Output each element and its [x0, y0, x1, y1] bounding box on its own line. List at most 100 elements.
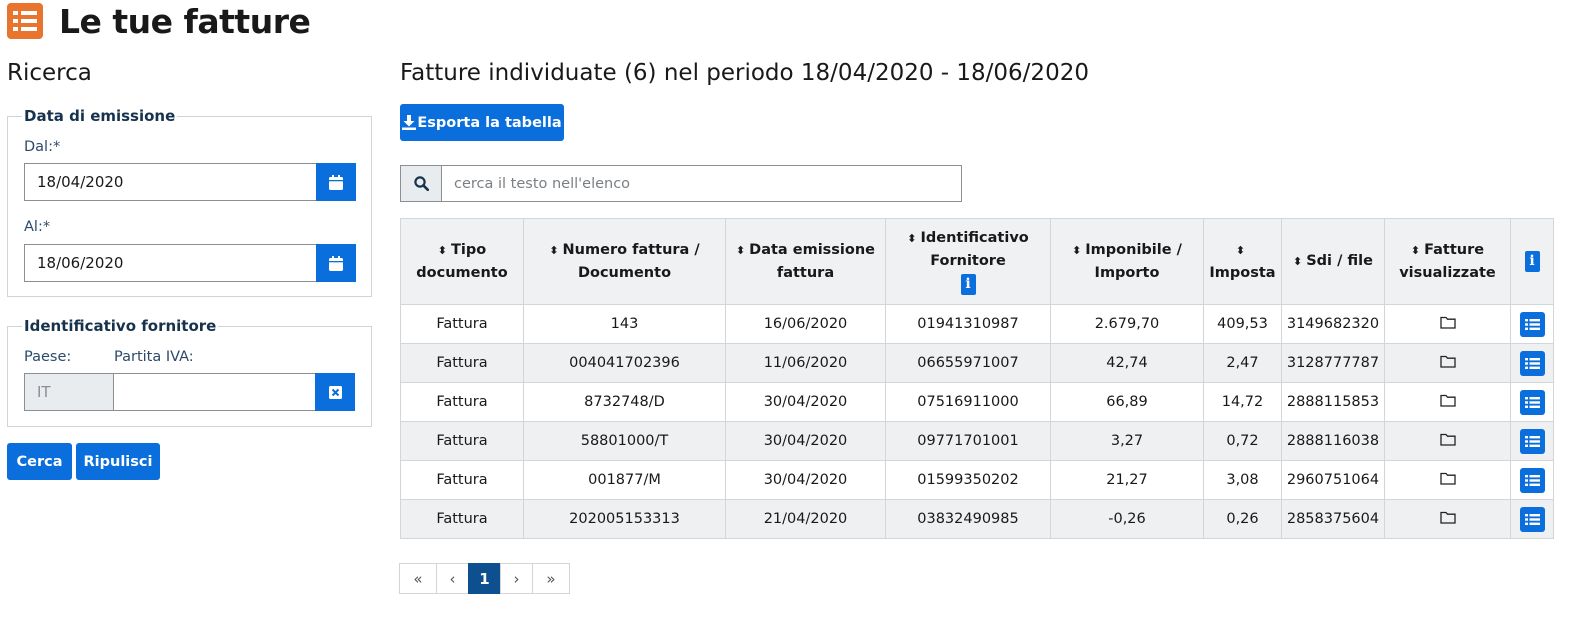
details-list-button[interactable]	[1519, 467, 1545, 493]
last-page-button[interactable]: »	[532, 563, 570, 594]
col-header-numero[interactable]: ⬍ Numero fattura / Documento	[523, 218, 726, 305]
details-list-button[interactable]	[1519, 389, 1545, 415]
page-1-button[interactable]: 1	[468, 563, 501, 594]
cell-details	[1510, 304, 1554, 344]
invoices-table: ⬍ Tipo documento ⬍ Numero fattura / Document…	[400, 218, 1554, 539]
prev-page-button[interactable]: ‹	[436, 563, 469, 594]
col-header-imposta[interactable]: ⬍ Imposta	[1203, 218, 1282, 305]
col-header-data[interactable]: ⬍ Data emissione fattura	[725, 218, 886, 305]
cell-tipo: Fattura	[400, 343, 524, 383]
cell-numero: 143	[523, 304, 726, 344]
reset-button[interactable]: Ripulisci	[76, 443, 160, 480]
cell-tipo: Fattura	[400, 460, 524, 500]
calendar-to-button[interactable]	[316, 244, 356, 282]
col-header-visualizzate[interactable]: ⬍ Fatture visualizzate	[1384, 218, 1511, 305]
cell-sdi: 2888115853	[1281, 382, 1385, 422]
date-filter-legend: Data di emissione	[24, 107, 176, 125]
cell-details	[1510, 499, 1554, 539]
date-from-input[interactable]: 18/04/2020	[24, 163, 316, 201]
sort-icon: ⬍	[549, 243, 559, 257]
table-row: Fattura 004041702396 11/06/2020 06655971007…	[400, 343, 1554, 383]
cell-imposta: 14,72	[1203, 382, 1282, 422]
folder-icon[interactable]	[1439, 511, 1456, 528]
folder-icon[interactable]	[1439, 472, 1456, 489]
cell-imposta: 409,53	[1203, 304, 1282, 344]
cell-importo: 21,27	[1050, 460, 1204, 500]
cell-tipo: Fattura	[400, 421, 524, 461]
cell-importo: 66,89	[1050, 382, 1204, 422]
date-to-input[interactable]: 18/06/2020	[24, 244, 316, 282]
clear-vat-button[interactable]	[315, 373, 355, 411]
cell-numero: 8732748/D	[523, 382, 726, 422]
calendar-icon	[329, 174, 343, 190]
cell-tipo: Fattura	[400, 304, 524, 344]
info-icon[interactable]: i	[960, 274, 976, 295]
search-button[interactable]: Cerca	[7, 443, 72, 480]
cell-data: 11/06/2020	[725, 343, 886, 383]
col-header-fornitore[interactable]: ⬍ Identificativo Fornitore i	[885, 218, 1051, 305]
details-list-button[interactable]	[1519, 428, 1545, 454]
details-list-button[interactable]	[1519, 506, 1545, 532]
cell-fornitore: 03832490985	[885, 499, 1051, 539]
table-row: Fattura 202005153313 21/04/2020 03832490985…	[400, 499, 1554, 539]
sort-icon: ⬍	[1072, 243, 1082, 257]
search-icon	[401, 166, 442, 201]
invoices-table-body: Fattura 143 16/06/2020 01941310987 2.679,70 4…	[400, 304, 1554, 539]
folder-icon[interactable]	[1439, 355, 1456, 372]
sort-icon: ⬍	[907, 232, 917, 245]
cell-tipo: Fattura	[400, 499, 524, 539]
cell-numero: 202005153313	[523, 499, 726, 539]
cell-imposta: 2,47	[1203, 343, 1282, 383]
cell-numero: 001877/M	[523, 460, 726, 500]
calendar-from-button[interactable]	[316, 163, 356, 201]
col-header-tipo[interactable]: ⬍ Tipo documento	[400, 218, 524, 305]
details-list-button[interactable]	[1519, 350, 1545, 376]
cell-details	[1510, 382, 1554, 422]
cell-imposta: 0,26	[1203, 499, 1282, 539]
export-table-label: Esporta la tabella	[417, 114, 562, 131]
cell-details	[1510, 421, 1554, 461]
cell-visualizzate	[1384, 499, 1511, 539]
date-to-label: Al:*	[24, 219, 51, 235]
cell-details	[1510, 343, 1554, 383]
cell-importo: -0,26	[1050, 499, 1204, 539]
close-icon	[328, 385, 342, 399]
col-header-importo[interactable]: ⬍ Imponibile / Importo	[1050, 218, 1204, 305]
results-title: Fatture individuate (6) nel periodo 18/0…	[400, 60, 1089, 86]
next-page-button[interactable]: ›	[500, 563, 533, 594]
country-input[interactable]: IT	[24, 373, 114, 411]
folder-icon[interactable]	[1439, 433, 1456, 450]
first-page-button[interactable]: «	[399, 563, 437, 594]
vat-label: Partita IVA:	[114, 349, 194, 365]
page-header: Le tue fatture	[7, 0, 311, 42]
cell-numero: 004041702396	[523, 343, 726, 383]
details-list-button[interactable]	[1519, 311, 1545, 337]
cell-data: 21/04/2020	[725, 499, 886, 539]
info-icon[interactable]: i	[1524, 251, 1540, 272]
export-table-button[interactable]: Esporta la tabella	[400, 104, 564, 141]
table-header-row: ⬍ Tipo documento ⬍ Numero fattura / Document…	[400, 218, 1554, 305]
table-search-input[interactable]	[442, 166, 961, 201]
table-row: Fattura 8732748/D 30/04/2020 07516911000 66,…	[400, 382, 1554, 422]
cell-details	[1510, 460, 1554, 500]
cell-sdi: 3149682320	[1281, 304, 1385, 344]
cell-visualizzate	[1384, 343, 1511, 383]
date-from-label: Dal:*	[24, 139, 61, 155]
folder-icon[interactable]	[1439, 394, 1456, 411]
page-title: Le tue fatture	[59, 1, 311, 41]
cell-fornitore: 01941310987	[885, 304, 1051, 344]
col-header-info: i	[1510, 218, 1554, 305]
cell-fornitore: 01599350202	[885, 460, 1051, 500]
cell-sdi: 3128777787	[1281, 343, 1385, 383]
country-label: Paese:	[24, 349, 72, 365]
list-icon	[7, 3, 43, 39]
sort-icon: ⬍	[735, 243, 746, 257]
cell-data: 30/04/2020	[725, 382, 886, 422]
cell-imposta: 3,08	[1203, 460, 1282, 500]
cell-fornitore: 09771701001	[885, 421, 1051, 461]
cell-visualizzate	[1384, 460, 1511, 500]
col-header-sdi[interactable]: ⬍ Sdi / file	[1281, 218, 1385, 305]
vat-input[interactable]	[113, 373, 315, 411]
search-panel-title: Ricerca	[7, 60, 92, 86]
folder-icon[interactable]	[1439, 316, 1456, 333]
